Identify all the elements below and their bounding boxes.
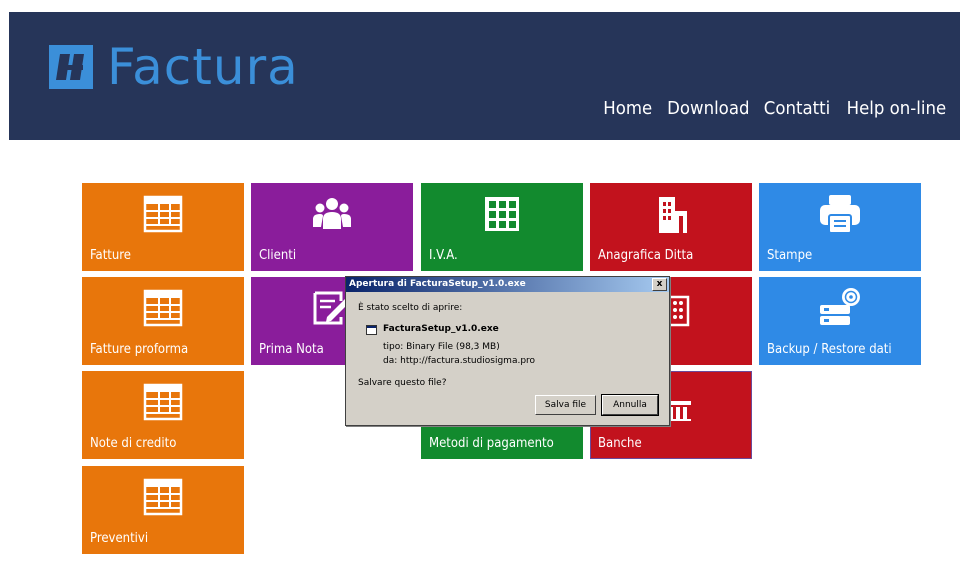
table-icon <box>143 195 183 233</box>
tile-label: Prima Nota <box>259 342 324 357</box>
tile-clienti[interactable]: Clienti <box>251 183 413 271</box>
logo-mark-icon <box>49 45 93 89</box>
tile-label: Preventivi <box>90 531 149 546</box>
tile-label: Backup / Restore dati <box>767 342 892 357</box>
table-icon <box>143 478 183 516</box>
users-icon <box>313 198 351 229</box>
cancel-button[interactable]: Annulla <box>601 394 659 416</box>
tile-label: Clienti <box>259 248 297 263</box>
tile-label: Stampe <box>767 248 813 263</box>
tile-label: Note di credito <box>90 436 177 451</box>
nav-help[interactable]: Help on-line <box>846 98 946 119</box>
tile-label: Banche <box>598 436 642 451</box>
tile-fatture-proforma[interactable]: Fatture proforma <box>82 277 244 365</box>
main-nav: Home Download Contatti Help on-line <box>599 98 946 119</box>
grid-icon <box>485 197 519 231</box>
building-icon <box>659 197 687 233</box>
nav-home[interactable]: Home <box>603 98 652 119</box>
table-icon <box>143 289 183 327</box>
tile-fatture[interactable]: Fatture <box>82 183 244 271</box>
dialog-intro: È stato scelto di aprire: <box>358 303 463 313</box>
tile-backup-restore[interactable]: Backup / Restore dati <box>759 277 921 365</box>
tile-preventivi[interactable]: Preventivi <box>82 466 244 554</box>
tile-label: Fatture <box>90 248 131 263</box>
download-dialog[interactable]: Apertura di FacturaSetup_v1.0.exe x È st… <box>345 276 670 426</box>
close-button[interactable]: x <box>652 278 667 291</box>
tile-note-di-credito[interactable]: Note di credito <box>82 371 244 459</box>
table-icon <box>143 383 183 421</box>
tile-iva[interactable]: I.V.A. <box>421 183 583 271</box>
site-header: Factura Home Download Contatti Help on-l… <box>9 12 960 140</box>
tile-label: Anagrafica Ditta <box>598 248 694 263</box>
printer-icon <box>820 195 860 234</box>
tile-label: Metodi di pagamento <box>429 436 554 451</box>
tile-anagrafica-ditta[interactable]: Anagrafica Ditta <box>590 183 752 271</box>
backup-icon <box>820 288 860 325</box>
logo[interactable]: Factura <box>49 42 299 92</box>
dialog-file-type: tipo: Binary File (98,3 MB) <box>383 342 500 352</box>
dialog-title: Apertura di FacturaSetup_v1.0.exe <box>349 279 526 289</box>
tile-label: Fatture proforma <box>90 342 189 357</box>
file-icon <box>366 325 377 335</box>
tile-stampe[interactable]: Stampe <box>759 183 921 271</box>
dialog-titlebar[interactable]: Apertura di FacturaSetup_v1.0.exe x <box>346 277 669 292</box>
dialog-question: Salvare questo file? <box>358 378 447 388</box>
nav-download[interactable]: Download <box>667 98 749 119</box>
dialog-filename: FacturaSetup_v1.0.exe <box>383 324 499 334</box>
save-file-button[interactable]: Salva file <box>535 395 596 415</box>
tile-label: I.V.A. <box>429 248 458 263</box>
nav-contatti[interactable]: Contatti <box>763 98 829 119</box>
logo-text: Factura <box>107 38 299 96</box>
dialog-file-source: da: http://factura.studiosigma.pro <box>383 356 536 366</box>
